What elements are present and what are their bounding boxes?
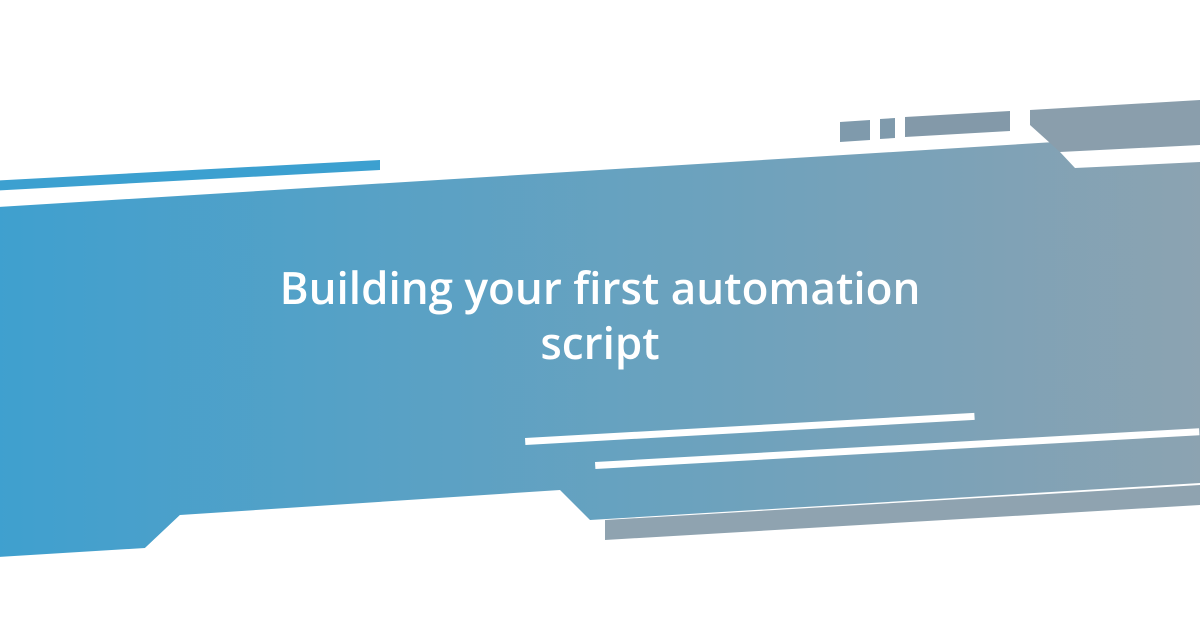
hero-banner: Building your first automation script	[0, 0, 1200, 630]
banner-title: Building your first automation script	[250, 260, 950, 370]
